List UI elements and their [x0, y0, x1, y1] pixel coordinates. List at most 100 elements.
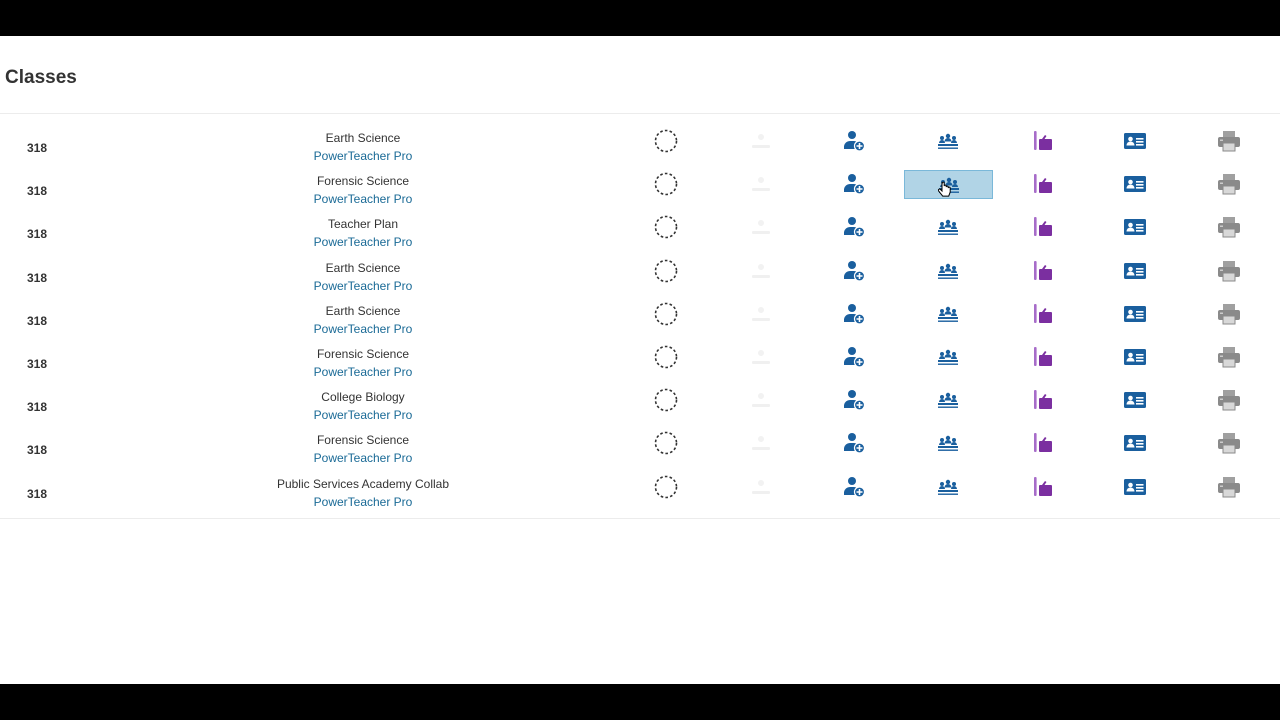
- powerteacher-pro-link[interactable]: PowerTeacher Pro: [213, 147, 513, 165]
- room-number: 318: [27, 141, 48, 155]
- add-student-icon: [844, 260, 866, 282]
- attendance-button[interactable]: [647, 386, 685, 414]
- main-content: Classes 318 Earth Science PowerTeacher P…: [0, 36, 1280, 684]
- tools-icon: [1034, 476, 1052, 496]
- add-student-button[interactable]: [835, 257, 873, 285]
- tools-button[interactable]: [1023, 300, 1061, 328]
- powerteacher-pro-link[interactable]: PowerTeacher Pro: [213, 363, 513, 381]
- attendance-icon: [654, 172, 678, 196]
- add-student-button[interactable]: [835, 213, 873, 241]
- add-student-button[interactable]: [835, 170, 873, 198]
- course-name: Earth Science: [325, 303, 401, 318]
- roster-button[interactable]: [929, 343, 967, 371]
- print-button[interactable]: [1210, 429, 1248, 457]
- attendance-icon: [654, 432, 678, 455]
- print-button[interactable]: [1210, 257, 1248, 285]
- roster-button[interactable]: [929, 213, 967, 241]
- course-cell: Earth Science PowerTeacher Pro: [213, 129, 513, 165]
- student-info-button[interactable]: [1116, 127, 1154, 155]
- tools-button[interactable]: [1023, 213, 1061, 241]
- add-student-icon: [844, 433, 866, 454]
- tools-button[interactable]: [1023, 170, 1061, 198]
- tools-button[interactable]: [1023, 386, 1061, 414]
- page-title: Classes: [5, 67, 77, 88]
- tools-icon: [1034, 303, 1052, 323]
- student-info-button[interactable]: [1116, 300, 1154, 328]
- powerteacher-pro-link[interactable]: PowerTeacher Pro: [213, 449, 513, 467]
- attendance-icon: [654, 302, 678, 326]
- powerteacher-pro-link[interactable]: PowerTeacher Pro: [213, 406, 513, 424]
- roster-button[interactable]: [929, 257, 967, 285]
- course-cell: Public Services Academy Collab PowerTeac…: [213, 475, 513, 511]
- attendance-icon: [654, 216, 678, 239]
- roster-button[interactable]: [929, 386, 967, 414]
- powerteacher-pro-link[interactable]: PowerTeacher Pro: [213, 233, 513, 251]
- tools-button[interactable]: [1023, 473, 1061, 501]
- print-button[interactable]: [1210, 473, 1248, 501]
- roster-button[interactable]: [929, 473, 967, 501]
- student-info-button[interactable]: [1116, 386, 1154, 414]
- room-number: 318: [27, 357, 48, 371]
- attendance-button[interactable]: [647, 473, 685, 501]
- print-button[interactable]: [1210, 300, 1248, 328]
- attendance-button[interactable]: [647, 429, 685, 457]
- attendance-button[interactable]: [647, 300, 685, 328]
- disabled-action: [742, 213, 780, 241]
- add-student-button[interactable]: [835, 429, 873, 457]
- student-info-button[interactable]: [1116, 213, 1154, 241]
- course-name: Earth Science: [325, 260, 401, 275]
- disabled-action: [742, 170, 780, 198]
- tools-button[interactable]: [1023, 127, 1061, 155]
- tools-button[interactable]: [1023, 343, 1061, 371]
- student-info-button[interactable]: [1116, 429, 1154, 457]
- disabled-action: [742, 127, 780, 155]
- tools-button[interactable]: [1023, 257, 1061, 285]
- print-icon: [1218, 476, 1240, 498]
- table-row: 318 Earth Science PowerTeacher Pro: [0, 300, 1280, 343]
- attendance-button[interactable]: [647, 170, 685, 198]
- student-info-button[interactable]: [1116, 257, 1154, 285]
- student-info-button[interactable]: [1116, 170, 1154, 198]
- course-cell: Earth Science PowerTeacher Pro: [213, 259, 513, 295]
- roster-icon: [938, 263, 958, 279]
- faded-icon: [752, 479, 770, 494]
- tools-icon: [1034, 174, 1052, 194]
- course-name: Forensic Science: [316, 347, 410, 361]
- room-number: 318: [27, 313, 48, 328]
- id-card-icon: [1124, 435, 1146, 452]
- powerteacher-pro-link[interactable]: PowerTeacher Pro: [213, 190, 513, 208]
- roster-icon: [938, 133, 958, 149]
- attendance-button[interactable]: [647, 257, 685, 285]
- attendance-button[interactable]: [647, 213, 685, 241]
- add-student-button[interactable]: [835, 473, 873, 501]
- roster-button[interactable]: [929, 300, 967, 328]
- powerteacher-pro-link[interactable]: PowerTeacher Pro: [213, 493, 513, 511]
- tools-button[interactable]: [1023, 429, 1061, 457]
- powerteacher-pro-link[interactable]: PowerTeacher Pro: [213, 320, 513, 338]
- add-student-button[interactable]: [835, 300, 873, 328]
- add-student-button[interactable]: [835, 127, 873, 155]
- student-info-button[interactable]: [1116, 473, 1154, 501]
- add-student-button[interactable]: [835, 386, 873, 414]
- student-info-button[interactable]: [1116, 343, 1154, 371]
- course-cell: Earth Science PowerTeacher Pro: [213, 302, 513, 338]
- roster-button[interactable]: [929, 127, 967, 155]
- attendance-button[interactable]: [647, 343, 685, 371]
- attendance-button[interactable]: [647, 127, 685, 155]
- room-number: 318: [27, 270, 48, 285]
- print-button[interactable]: [1210, 386, 1248, 414]
- course-cell: Forensic Science PowerTeacher Pro: [213, 431, 513, 467]
- id-card-icon: [1124, 349, 1146, 365]
- roster-button[interactable]: [929, 429, 967, 457]
- add-student-icon: [844, 174, 866, 195]
- print-icon: [1218, 390, 1240, 411]
- print-button[interactable]: [1210, 170, 1248, 198]
- tools-icon: [1034, 433, 1052, 453]
- print-button[interactable]: [1210, 343, 1248, 371]
- table-row: 318 Earth Science PowerTeacher Pro: [0, 257, 1280, 300]
- print-button[interactable]: [1210, 127, 1248, 155]
- add-student-button[interactable]: [835, 343, 873, 371]
- print-button[interactable]: [1210, 213, 1248, 241]
- powerteacher-pro-link[interactable]: PowerTeacher Pro: [213, 277, 513, 295]
- faded-icon: [752, 436, 770, 451]
